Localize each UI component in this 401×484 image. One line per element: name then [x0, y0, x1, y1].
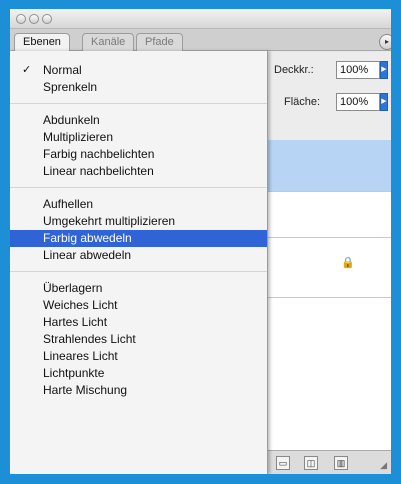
menu-item[interactable]: Harte Mischung — [10, 382, 267, 399]
fill-row: Fläche: 100% ▶ — [268, 92, 391, 114]
layer-row[interactable] — [268, 192, 391, 238]
resize-grip-icon[interactable]: ◢ — [380, 460, 387, 471]
menu-item[interactable]: Multiplizieren — [10, 129, 267, 146]
menu-item-label: Multiplizieren — [43, 130, 114, 144]
menu-item-label: Farbig abwedeln — [43, 231, 132, 245]
tab-kanaele[interactable]: Kanäle — [82, 33, 135, 51]
menu-item-label: Abdunkeln — [43, 113, 100, 127]
menu-item-label: Linear abwedeln — [43, 248, 132, 262]
menu-item[interactable]: Linear abwedeln — [10, 247, 267, 264]
menu-separator — [10, 271, 267, 272]
menu-item[interactable]: Umgekehrt multiplizieren — [10, 213, 267, 230]
menu-item[interactable]: Strahlendes Licht — [10, 331, 267, 348]
menu-item-label: Harte Mischung — [43, 383, 128, 397]
menu-item-label: Lineares Licht — [43, 349, 118, 363]
layers-panel-body: Deckkr.: 100% ▶ Fläche: 100% ▶ 🔒 ▭ ◫ ▥ ◢ — [268, 52, 391, 474]
menu-item-label: Lichtpunkte — [43, 366, 105, 380]
blend-mode-menu: ✓ Normal Sprenkeln Abdunkeln Multiplizieren F… — [10, 51, 268, 474]
menu-item-label: Farbig nachbelichten — [43, 147, 155, 161]
layers-empty-area — [268, 298, 391, 450]
menu-item-label: Überlagern — [43, 281, 103, 295]
opacity-label: Deckkr.: — [274, 64, 314, 76]
tab-ebenen[interactable]: Ebenen — [14, 33, 70, 51]
menu-item[interactable]: Farbig abwedeln — [10, 230, 267, 247]
fill-arrow-icon[interactable]: ▶ — [380, 93, 388, 111]
menu-item-label: Normal — [43, 63, 82, 77]
zoom-button[interactable] — [42, 14, 52, 24]
menu-item[interactable]: Sprenkeln — [10, 79, 267, 96]
menu-item[interactable]: Hartes Licht — [10, 314, 267, 331]
menu-item[interactable]: Abdunkeln — [10, 112, 267, 129]
menu-item[interactable]: Überlagern — [10, 280, 267, 297]
new-layer-icon[interactable]: ◫ — [304, 456, 318, 470]
checkmark-icon: ✓ — [22, 64, 32, 76]
menu-item[interactable]: Lineares Licht — [10, 348, 267, 365]
panel-options-icon[interactable]: ▸ — [379, 34, 391, 50]
menu-item[interactable]: Weiches Licht — [10, 297, 267, 314]
menu-item-label: Sprenkeln — [43, 80, 98, 94]
lock-icon: 🔒 — [341, 257, 355, 269]
menu-item[interactable]: Farbig nachbelichten — [10, 146, 267, 163]
trash-icon[interactable]: ▥ — [334, 456, 348, 470]
menu-item-label: Linear nachbelichten — [43, 164, 154, 178]
minimize-button[interactable] — [29, 14, 39, 24]
menu-separator — [10, 187, 267, 188]
fill-label: Fläche: — [284, 96, 321, 108]
fill-field[interactable]: 100% — [336, 93, 380, 111]
screenshot-frame: Ebenen Kanäle Pfade ▸ Deckkr.: 100% ▶ Fl… — [0, 0, 401, 484]
titlebar — [10, 9, 391, 29]
menu-item-label: Weiches Licht — [43, 298, 118, 312]
opacity-arrow-icon[interactable]: ▶ — [380, 61, 388, 79]
opacity-row: Deckkr.: 100% ▶ — [268, 60, 391, 82]
menu-item[interactable]: ✓ Normal — [10, 62, 267, 79]
close-button[interactable] — [16, 14, 26, 24]
menu-item-label: Strahlendes Licht — [43, 332, 136, 346]
tab-pfade[interactable]: Pfade — [136, 33, 183, 51]
menu-item-label: Hartes Licht — [43, 315, 108, 329]
folder-icon[interactable]: ▭ — [276, 456, 290, 470]
panel-tabbar: Ebenen Kanäle Pfade ▸ — [10, 29, 391, 51]
menu-item[interactable]: Aufhellen — [10, 196, 267, 213]
menu-item[interactable]: Lichtpunkte — [10, 365, 267, 382]
menu-separator — [10, 103, 267, 104]
menu-item-label: Aufhellen — [43, 197, 94, 211]
layer-row[interactable]: 🔒 — [268, 238, 391, 298]
opacity-field[interactable]: 100% — [336, 61, 380, 79]
layers-palette-window: Ebenen Kanäle Pfade ▸ Deckkr.: 100% ▶ Fl… — [10, 9, 391, 474]
layers-bottom-bar: ▭ ◫ ▥ ◢ — [268, 450, 391, 474]
menu-item[interactable]: Linear nachbelichten — [10, 163, 267, 180]
layer-row[interactable] — [268, 140, 391, 192]
menu-item-label: Umgekehrt multiplizieren — [43, 214, 176, 228]
